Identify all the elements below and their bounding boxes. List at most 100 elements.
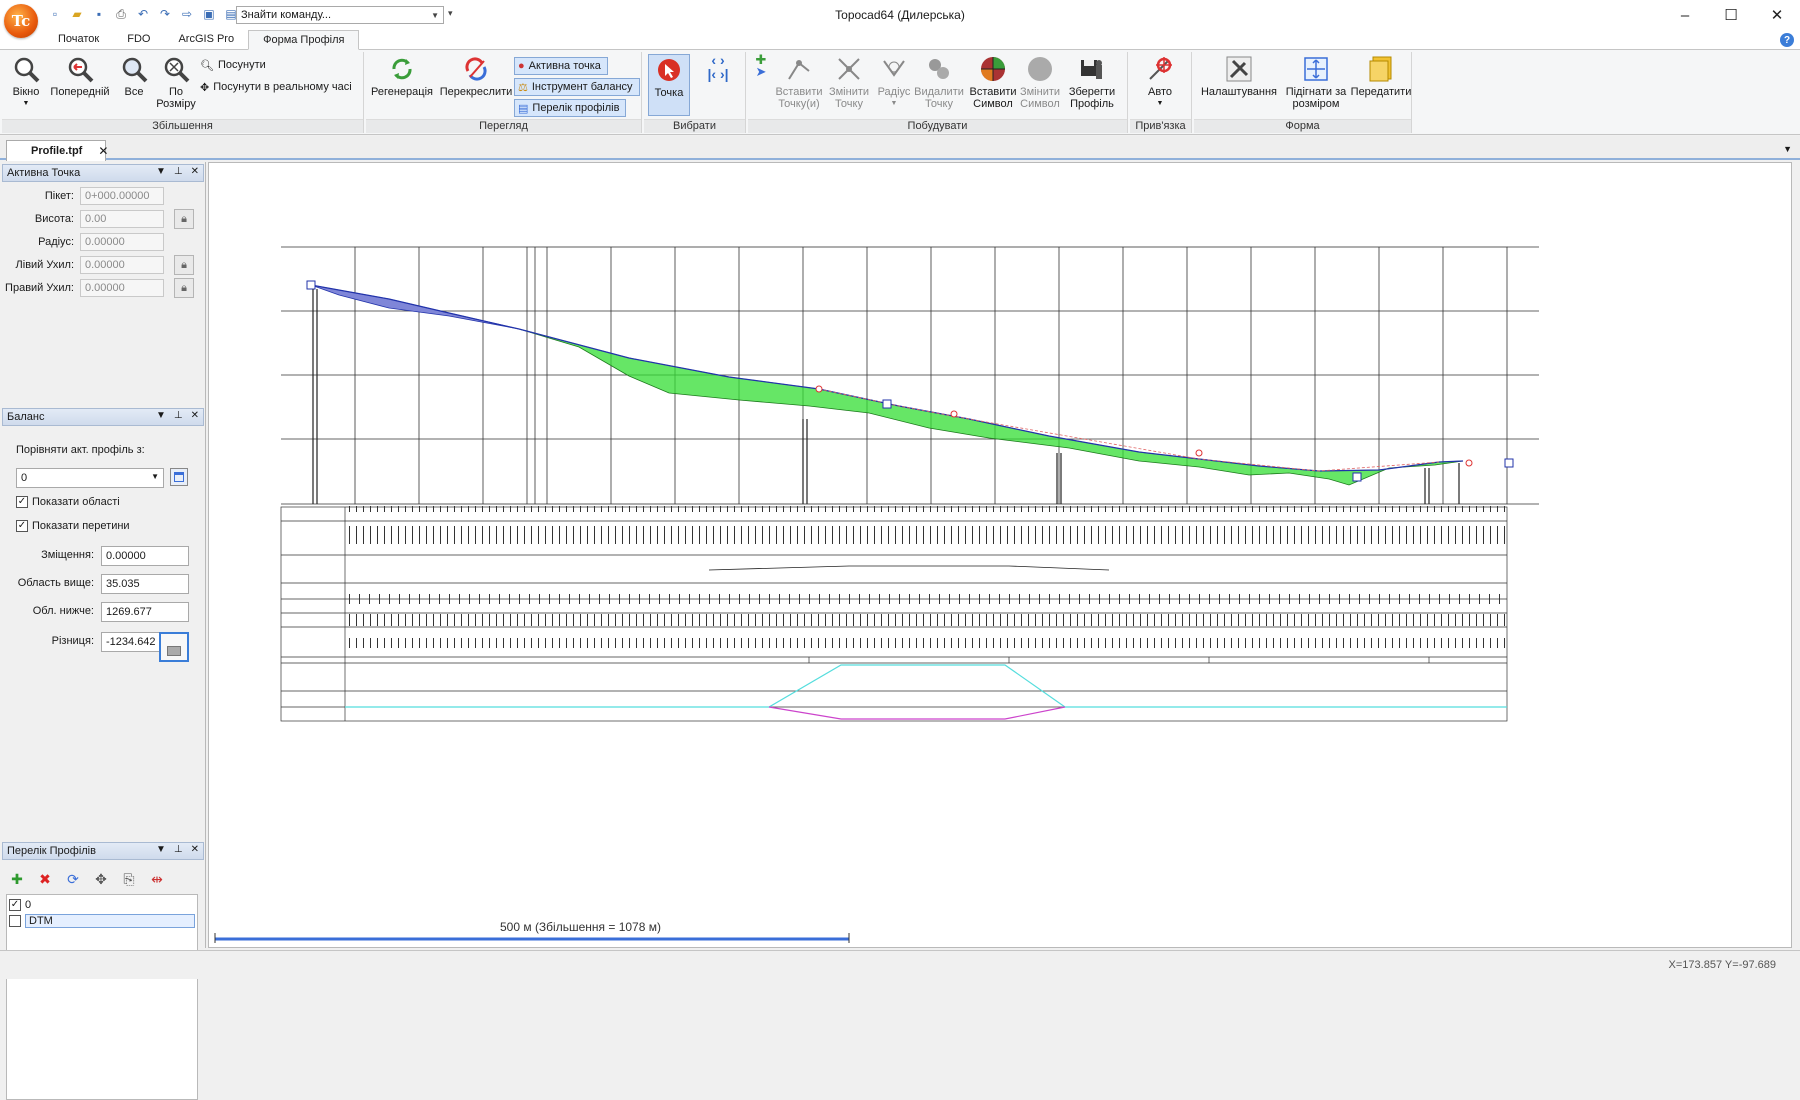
left-slope-field[interactable]: 0.00000 [80,256,164,274]
show-areas-checkbox[interactable]: ✓ Показати області [16,496,120,508]
zoom-all-button[interactable]: Все [116,54,152,98]
zoom-window-button[interactable]: Вікно ▼ [6,54,46,110]
close-icon[interactable]: ✕ [191,844,199,855]
pane-menu-icon[interactable]: ▼ [156,844,166,855]
lock-left-slope-button[interactable]: 🔒︎ [174,255,194,275]
compare-profile-select[interactable]: 0 ▼ [16,468,164,488]
calculate-balance-button[interactable] [159,632,189,662]
prev-next-icon[interactable]: ‹ › [707,53,728,67]
split-profile-icon[interactable]: ⇹ [146,868,168,890]
tab-home[interactable]: Початок [44,30,113,50]
add-profile-icon[interactable]: ✚ [6,868,28,890]
radius-button[interactable]: Радіус ▼ [874,54,914,110]
show-intersections-checkbox[interactable]: ✓ Показати перетини [16,520,130,532]
profile-checkbox[interactable] [9,915,21,927]
radius-point-marker[interactable] [815,385,823,393]
print-icon[interactable]: ⎙ [112,5,130,23]
redraw-button[interactable]: Перекреслити [438,54,514,98]
close-icon[interactable]: ✕ [98,144,108,158]
lock-height-button[interactable]: 🔒︎ [174,209,194,229]
profile-point-marker[interactable] [1352,472,1362,482]
close-window-button[interactable]: ✕ [1754,0,1800,30]
picket-field[interactable]: 0+000.00000 [80,187,164,205]
height-field[interactable]: 0.00 [80,210,164,228]
list-item[interactable]: DTM [9,913,195,929]
pan-button[interactable]: 🔍︎ Посунути [200,56,266,74]
maximize-button[interactable]: ☐ [1708,0,1754,30]
export-icon[interactable]: ⇨ [178,5,196,23]
settings-button[interactable]: Налаштування [1200,54,1278,98]
fit-to-size-button[interactable]: Підігнати за розміром [1280,54,1352,110]
zoom-by-size-button[interactable]: По Розміру [156,54,196,110]
new-file-icon[interactable]: ▫ [46,5,64,23]
profile-checkbox[interactable]: ✓ [9,899,21,911]
radius-point-marker[interactable] [1465,459,1473,467]
profile-point-marker[interactable] [1504,458,1514,468]
move-point-buttons[interactable]: ✚ ➤ [750,53,772,78]
transfer-button[interactable]: Передатити [1351,54,1411,98]
pan-realtime-button[interactable]: ✥ Посунути в реальному часі [200,78,352,96]
balance-tool-toggle[interactable]: ⚖ Інструмент балансу [514,78,640,96]
right-slope-field[interactable]: 0.00000 [80,279,164,297]
close-icon[interactable]: ✕ [191,166,199,177]
profile-drawing[interactable] [209,163,1793,949]
profile-point-marker[interactable] [306,280,316,290]
zoom-previous-button[interactable]: Попередній [48,54,112,98]
active-point-toggle[interactable]: ● Активна точка [514,57,608,75]
radius-field[interactable]: 0.00000 [80,233,164,251]
offset-input[interactable]: 0.00000 [101,546,189,566]
delete-profile-icon[interactable]: ✖ [34,868,56,890]
zoom-previous-label: Попередній [50,86,110,98]
regeneration-button[interactable]: Регенерація [370,54,434,98]
pin-icon[interactable]: ⊥ [174,410,183,421]
lock-right-slope-button[interactable]: 🔒︎ [174,278,194,298]
import-icon[interactable]: ▣ [200,5,218,23]
insert-points-button[interactable]: Вставити Точку(и) [774,54,824,110]
navigate-points-buttons[interactable]: ‹ › |‹ ›| [698,53,738,81]
change-symbol-button[interactable]: Змінити Символ [1018,54,1062,110]
save-profile-button[interactable]: Зберегти Профіль [1066,54,1118,110]
document-menu-icon[interactable]: ▼ [1783,144,1792,154]
document-tab-profile[interactable]: Profile.tpf ✕ [6,140,108,161]
delete-point-button[interactable]: Видалити Точку [914,54,964,110]
pin-icon[interactable]: ⊥ [174,844,183,855]
profile-list-toggle[interactable]: ▤ Перелік профілів [514,99,627,117]
move-profile-icon[interactable]: ✥ [90,868,112,890]
redo-icon[interactable]: ↷ [156,5,174,23]
copy-profile-icon[interactable]: ⎘ [118,868,140,890]
select-point-button[interactable]: Точка [648,54,690,116]
tab-arcgis-pro[interactable]: ArcGIS Pro [164,30,248,50]
list-item[interactable]: ✓ 0 [9,897,31,913]
change-point-button[interactable]: Змінити Точку [826,54,872,110]
chevron-down-icon[interactable]: ▼ [431,11,439,20]
pane-menu-icon[interactable]: ▼ [156,166,166,177]
profile-name: DTM [25,914,195,928]
move-point-icon[interactable]: ➤ [756,65,767,78]
radius-point-marker[interactable] [950,410,958,418]
undo-icon[interactable]: ↶ [134,5,152,23]
customize-qat-icon[interactable]: ▾ [448,8,453,19]
first-last-icon[interactable]: |‹ ›| [707,67,728,81]
tab-profile-form[interactable]: Форма Профіля [248,30,360,50]
delete-point-label-2: Точку [925,98,953,110]
profile-point-marker[interactable] [882,399,892,409]
pin-icon[interactable]: ⊥ [174,166,183,177]
profile-drawing-canvas[interactable] [208,162,1792,948]
tab-fdo[interactable]: FDO [113,30,164,50]
radius-point-marker[interactable] [1195,449,1203,457]
title-bar: ▫ ▰ ▪ ⎙ ↶ ↷ ⇨ ▣ ▤ Знайти команду... ▼ ▾ … [0,0,1800,30]
minimize-button[interactable]: – [1662,0,1708,30]
help-icon[interactable]: ? [1780,33,1794,47]
insert-symbol-button[interactable]: Вставити Символ [969,54,1017,110]
open-folder-icon[interactable]: ▰ [68,5,86,23]
pan-label: Посунути [217,59,266,71]
app-logo[interactable]: Tc [4,4,38,38]
pane-menu-icon[interactable]: ▼ [156,410,166,421]
command-search-input[interactable]: Знайти команду... ▼ [236,6,444,24]
refresh-profile-icon[interactable]: ⟳ [62,868,84,890]
table-tick-marks [349,506,1505,648]
close-icon[interactable]: ✕ [191,410,199,421]
save-icon[interactable]: ▪ [90,5,108,23]
snap-auto-button[interactable]: Авто ▼ [1138,54,1182,110]
compare-options-button[interactable] [170,468,188,486]
